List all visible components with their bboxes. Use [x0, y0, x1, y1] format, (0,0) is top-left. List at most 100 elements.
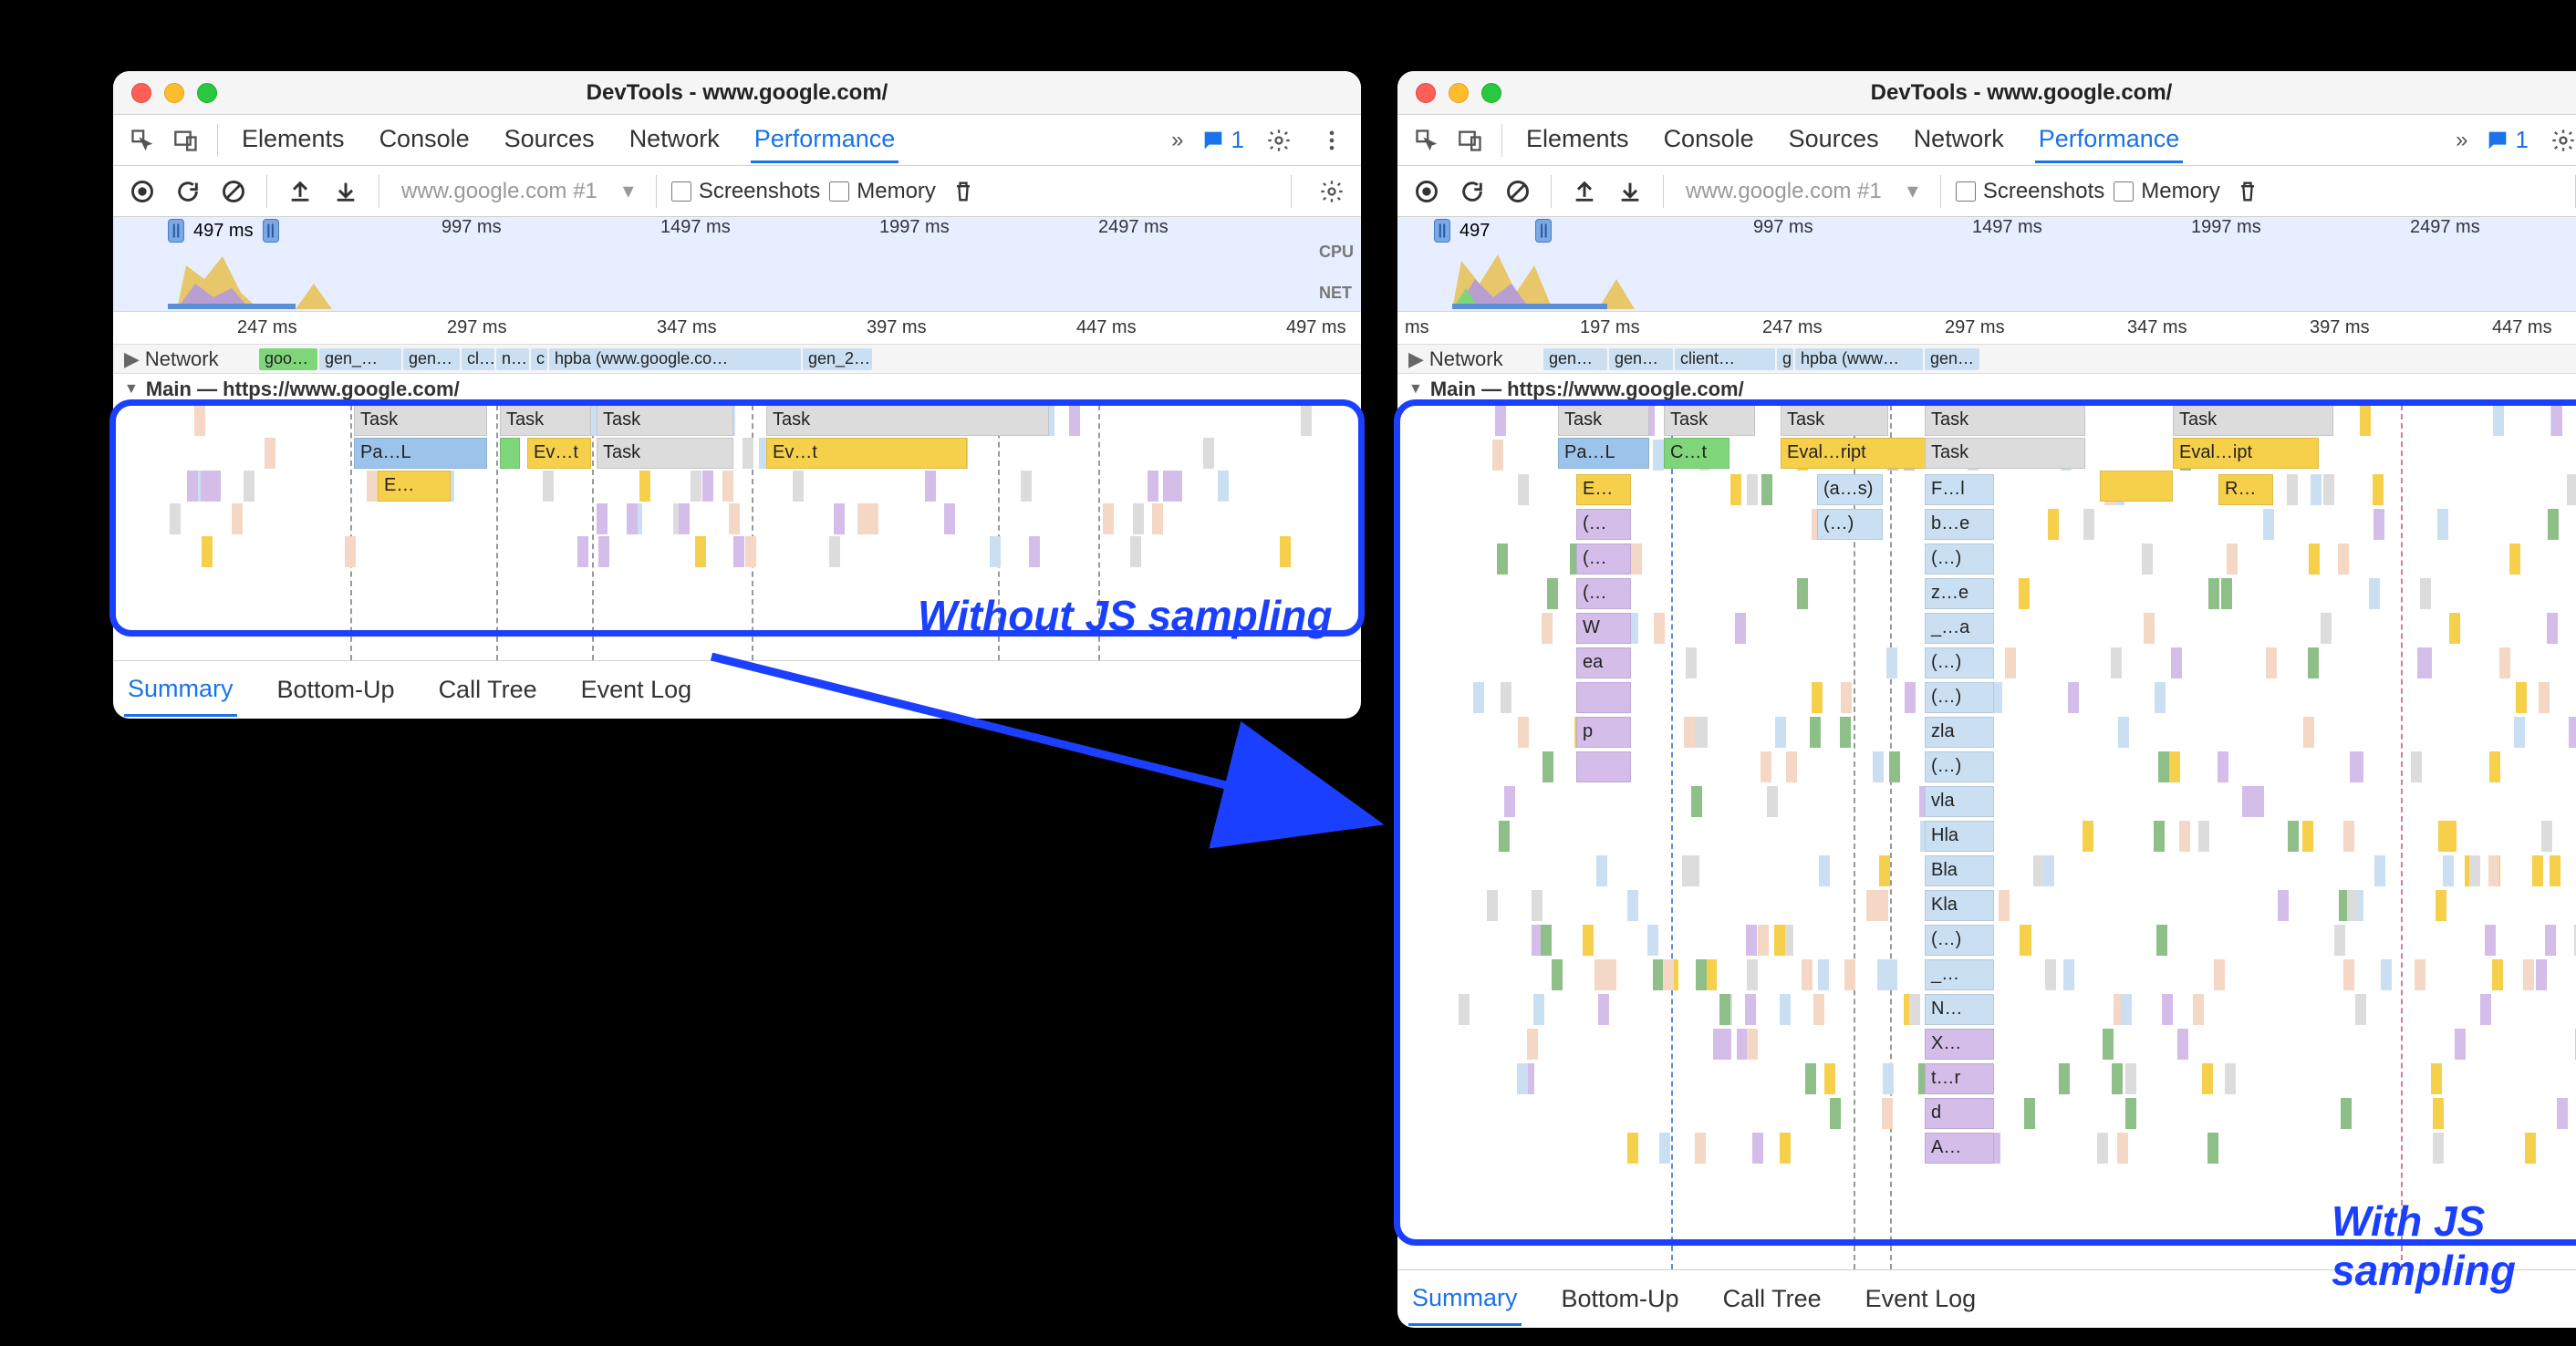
timeline-ruler[interactable]: 247 ms 297 ms 347 ms 397 ms 447 ms 497 m… [113, 312, 1361, 345]
tab-console[interactable]: Console [1660, 118, 1758, 163]
network-bar[interactable]: g… [1777, 348, 1793, 370]
flame-bar[interactable]: vla [1925, 786, 1994, 817]
clear-icon[interactable] [215, 173, 252, 210]
screenshots-checkbox[interactable]: Screenshots [1956, 179, 2104, 204]
download-icon[interactable] [1612, 173, 1648, 210]
inspect-icon[interactable] [124, 122, 161, 159]
tab-summary[interactable]: Summary [1408, 1273, 1522, 1326]
garbage-collect-icon[interactable] [945, 173, 982, 210]
flame-bar[interactable]: (… [1576, 544, 1631, 575]
tab-event-log[interactable]: Event Log [577, 665, 696, 715]
tab-elements[interactable]: Elements [238, 118, 348, 163]
flame-bar[interactable]: A… [1925, 1133, 1994, 1164]
flame-bar[interactable]: b…e [1925, 509, 1994, 540]
settings-gear-icon[interactable] [2545, 122, 2576, 159]
record-icon[interactable] [124, 173, 161, 210]
record-icon[interactable] [1408, 173, 1445, 210]
network-bar[interactable]: c [531, 348, 547, 370]
tab-elements[interactable]: Elements [1522, 118, 1633, 163]
flame-bar[interactable]: zla [1925, 717, 1994, 748]
reload-icon[interactable] [1454, 173, 1491, 210]
flame-bar[interactable]: Task [766, 405, 1049, 436]
network-bar[interactable]: gen… [1609, 348, 1673, 370]
flame-bar[interactable]: z…e [1925, 578, 1994, 609]
flame-bar[interactable]: Task [1781, 405, 1888, 436]
screenshots-checkbox[interactable]: Screenshots [671, 179, 820, 204]
flame-bar[interactable]: Task [354, 405, 487, 436]
flame-bar[interactable]: Pa…L [354, 438, 487, 469]
flame-bar[interactable]: Task [1925, 405, 2085, 436]
settings-gear-icon[interactable] [1261, 122, 1297, 159]
flame-bar[interactable]: (…) [1925, 682, 1994, 713]
flame-bar[interactable]: (…) [1925, 647, 1994, 678]
tab-bottom-up[interactable]: Bottom-Up [274, 665, 399, 715]
timeline-ruler[interactable]: ms 197 ms 247 ms 297 ms 347 ms 397 ms 44… [1397, 312, 2576, 345]
more-tabs-icon[interactable]: » [2456, 128, 2467, 153]
clear-icon[interactable] [1500, 173, 1536, 210]
flame-bar[interactable]: _… [1925, 959, 1994, 990]
tab-sources[interactable]: Sources [1785, 118, 1883, 163]
recording-dropdown[interactable]: www.google.com #1 ▾ [1678, 178, 1926, 204]
network-bar[interactable]: gen… [403, 348, 460, 370]
flame-bar[interactable]: Eval…ipt [2173, 438, 2319, 469]
flame-bar[interactable]: Ev…t [766, 438, 967, 469]
network-bar[interactable]: client… [1675, 348, 1775, 370]
upload-icon[interactable] [1566, 173, 1603, 210]
tab-event-log[interactable]: Event Log [1862, 1274, 1980, 1324]
flame-bar[interactable]: E… [378, 471, 451, 502]
tab-bottom-up[interactable]: Bottom-Up [1558, 1274, 1683, 1324]
messages-badge[interactable]: 1 [1200, 126, 1244, 154]
flame-bar[interactable]: (… [1576, 509, 1631, 540]
tab-summary[interactable]: Summary [124, 664, 237, 717]
flame-bar[interactable]: (…) [1925, 751, 1994, 782]
network-bar[interactable]: cl… [462, 348, 494, 370]
flame-bar[interactable]: Task [1925, 438, 2085, 469]
network-bar[interactable]: gen… [1925, 348, 1979, 370]
device-toggle-icon[interactable] [1452, 122, 1489, 159]
tab-sources[interactable]: Sources [501, 118, 598, 163]
tab-network[interactable]: Network [626, 118, 723, 163]
timeline-overview[interactable]: || 497 || 997 ms 1497 ms 1997 ms 2497 ms [1397, 217, 2576, 312]
flame-bar[interactable]: Eval…ript [1781, 438, 1934, 469]
flame-bar[interactable]: Task [1664, 405, 1755, 436]
network-bar[interactable]: gen_… [319, 348, 401, 370]
timeline-overview[interactable]: || 497 ms || 997 ms 1497 ms 1997 ms 2497… [113, 217, 1361, 312]
flame-bar[interactable]: N… [1925, 994, 1994, 1025]
titlebar[interactable]: DevTools - www.google.com/ [113, 71, 1361, 115]
flame-bar[interactable]: (…) [1925, 925, 1994, 956]
flame-bar[interactable] [1576, 751, 1631, 782]
reload-icon[interactable] [170, 173, 206, 210]
flame-bar[interactable]: (a…s) [1817, 474, 1883, 505]
download-icon[interactable] [327, 173, 364, 210]
flame-bar[interactable]: p [1576, 717, 1631, 748]
messages-badge[interactable]: 1 [2485, 126, 2529, 154]
flame-bar[interactable]: (… [1576, 578, 1631, 609]
network-track[interactable]: ▶ Network goo…gen_…gen…cl…n…chpba (www.g… [113, 345, 1361, 374]
flame-bar[interactable]: Ev…t [527, 438, 591, 469]
recording-dropdown[interactable]: www.google.com #1 ▾ [394, 178, 641, 204]
flame-bar[interactable]: Bla [1925, 855, 1994, 886]
network-bar[interactable]: hpba (www.google.co… [549, 348, 801, 370]
network-bar[interactable]: gen_2… [803, 348, 872, 370]
memory-checkbox[interactable]: Memory [2114, 179, 2220, 204]
flame-bar[interactable]: ea [1576, 647, 1631, 678]
capture-settings-gear-icon[interactable] [1314, 173, 1350, 210]
main-thread-label[interactable]: ▼Main — https://www.google.com/ [113, 374, 1361, 405]
flame-bar[interactable]: (…) [1817, 509, 1883, 540]
flame-bar[interactable]: Task [500, 405, 591, 436]
titlebar[interactable]: DevTools - www.google.com/ [1397, 71, 2576, 115]
flame-bar[interactable]: E… [1576, 474, 1631, 505]
more-tabs-icon[interactable]: » [1171, 128, 1183, 153]
flame-bar[interactable]: W [1576, 613, 1631, 644]
tab-call-tree[interactable]: Call Tree [1719, 1274, 1825, 1324]
flame-bar[interactable]: (…) [1925, 544, 1994, 575]
device-toggle-icon[interactable] [168, 122, 204, 159]
memory-checkbox[interactable]: Memory [829, 179, 936, 204]
network-bar[interactable]: goo… [259, 348, 317, 370]
flame-bar[interactable]: F…l [1925, 474, 1994, 505]
network-bar[interactable]: gen… [1543, 348, 1607, 370]
kebab-menu-icon[interactable] [1314, 122, 1350, 159]
tab-performance[interactable]: Performance [2035, 118, 2184, 163]
network-bar[interactable]: hpba (www… [1795, 348, 1923, 370]
flame-bar[interactable]: Task [597, 405, 733, 436]
